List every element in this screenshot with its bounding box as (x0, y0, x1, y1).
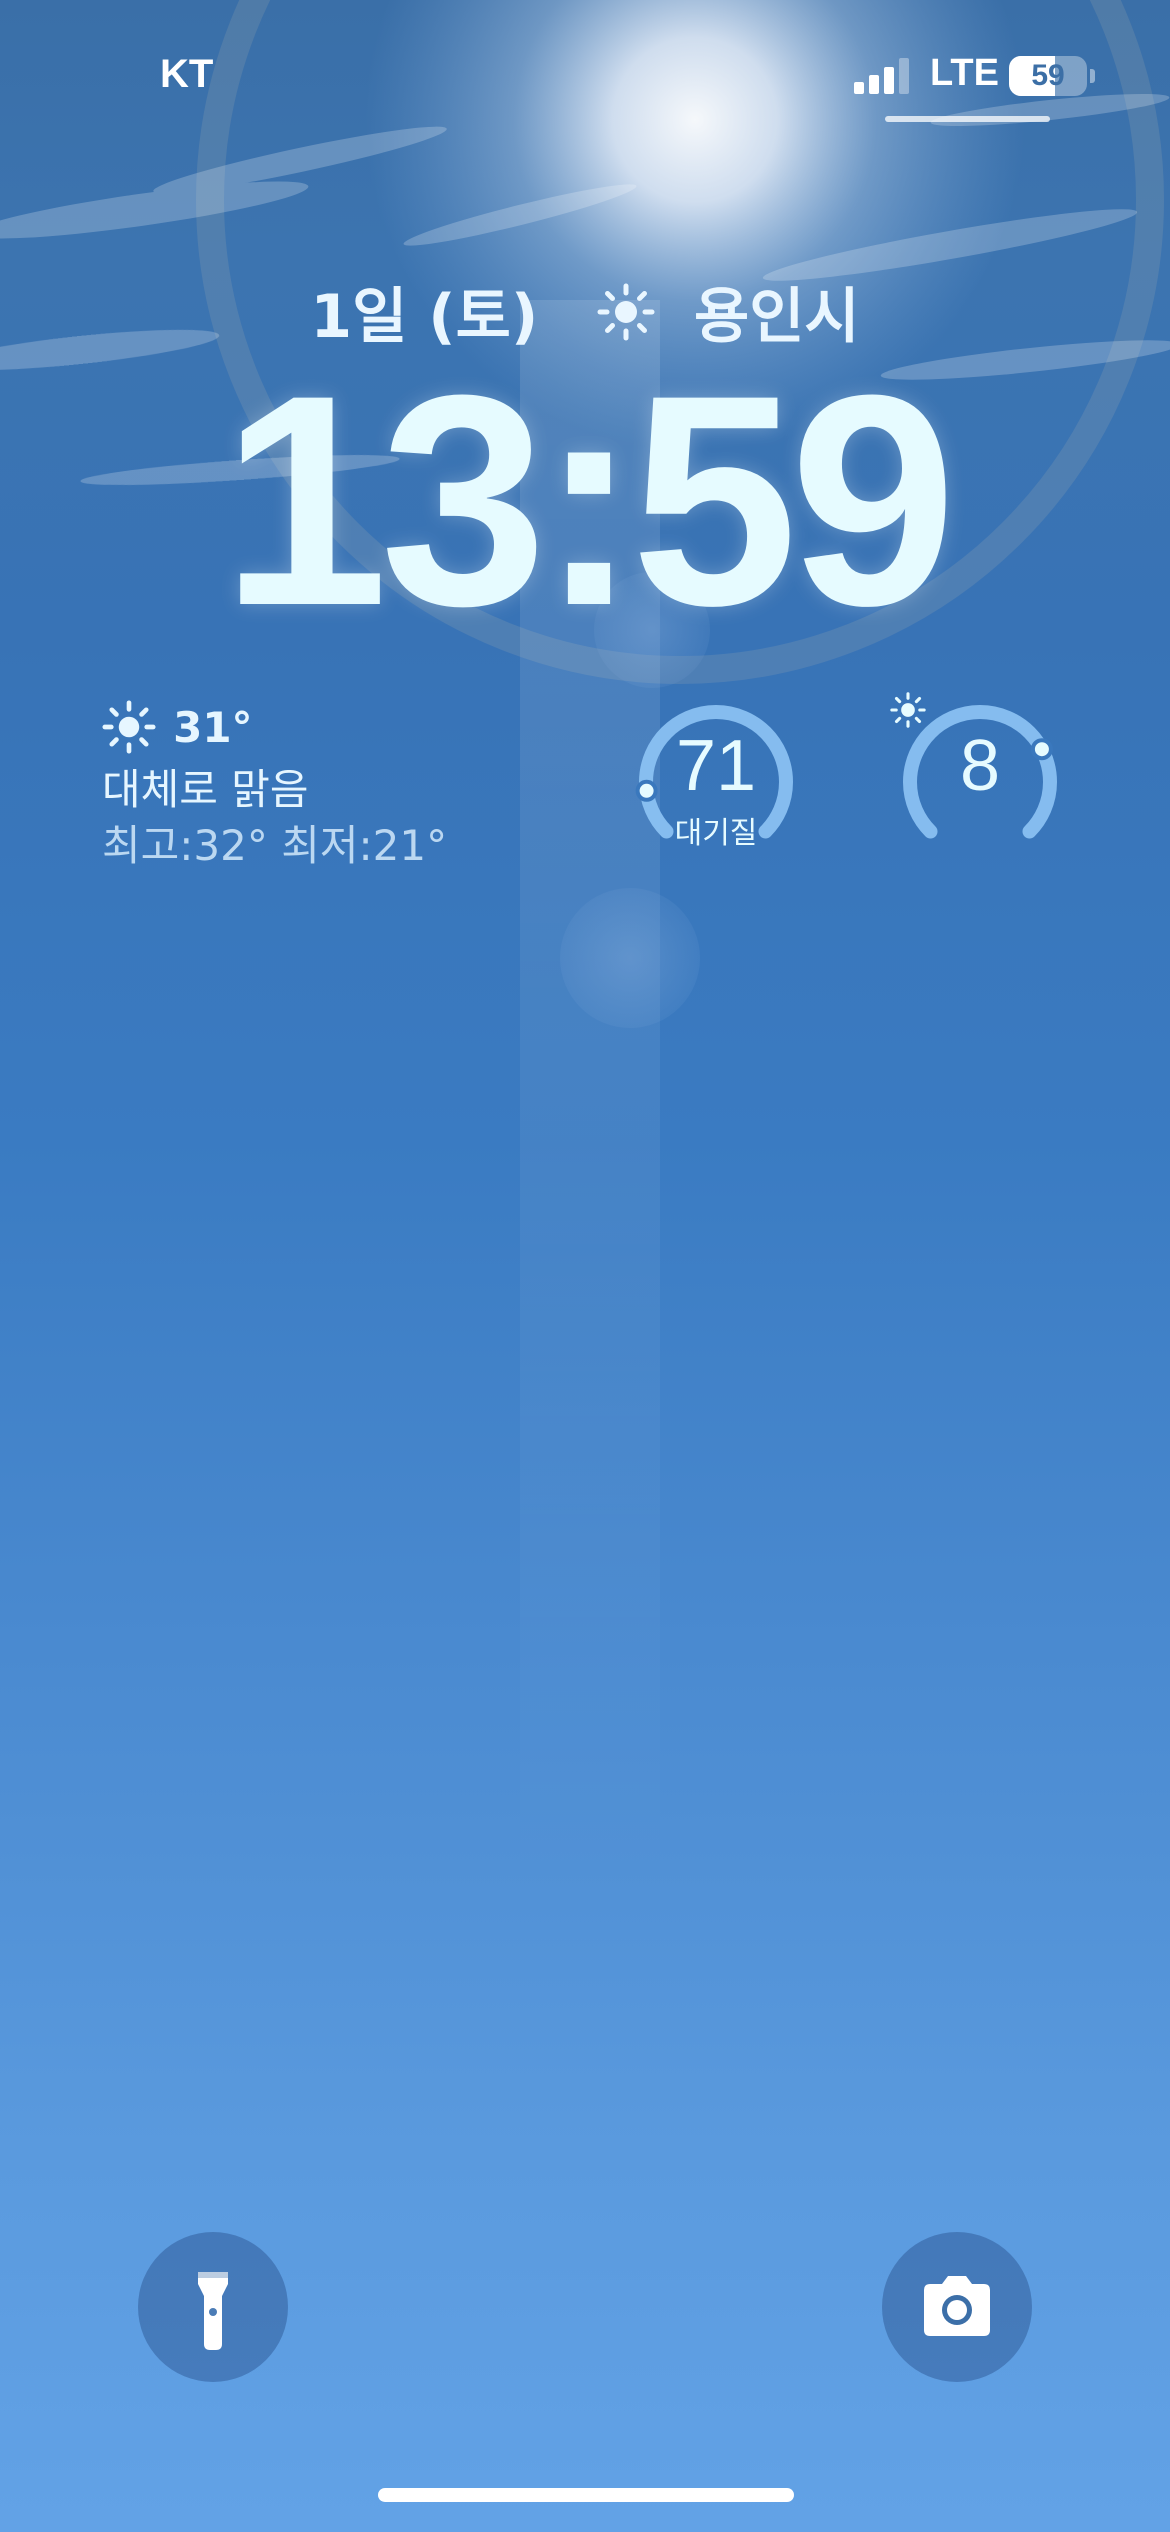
battery-tip (1090, 69, 1095, 83)
flashlight-button[interactable] (138, 2232, 288, 2382)
sun-icon (102, 700, 156, 754)
sun-icon (890, 692, 926, 728)
network-type: LTE (930, 52, 999, 94)
flashlight-icon (198, 2272, 228, 2350)
air-quality-widget[interactable]: 71 대기질 (626, 692, 806, 872)
weather-condition: 대체로 맑음 (102, 765, 309, 814)
carrier-name: KT (160, 52, 214, 96)
camera-button[interactable] (882, 2232, 1032, 2382)
air-quality-value: 71 (675, 726, 757, 806)
weather-widget[interactable]: 31° 대체로 맑음 최고:32° 최저:21° (102, 700, 522, 874)
cellular-signal-icon (854, 58, 909, 94)
camera-icon (924, 2276, 990, 2336)
air-quality-label: 대기질 (674, 816, 758, 851)
home-indicator[interactable] (378, 2488, 794, 2502)
uv-index-value: 8 (959, 726, 1001, 806)
uv-index-widget[interactable]: 8 (890, 692, 1070, 872)
lock-clock[interactable]: 13:59 (0, 340, 1170, 660)
weather-high-low: 최고:32° 최저:21° (102, 821, 448, 870)
weather-temperature: 31° (173, 702, 253, 752)
battery-icon: 59 (1009, 56, 1087, 96)
battery-percentage: 59 (1031, 59, 1065, 92)
status-bar: KT LTE 59 (0, 0, 1170, 150)
weather-temp-row: 31° (102, 700, 522, 760)
status-indicator-bar (885, 116, 1050, 122)
